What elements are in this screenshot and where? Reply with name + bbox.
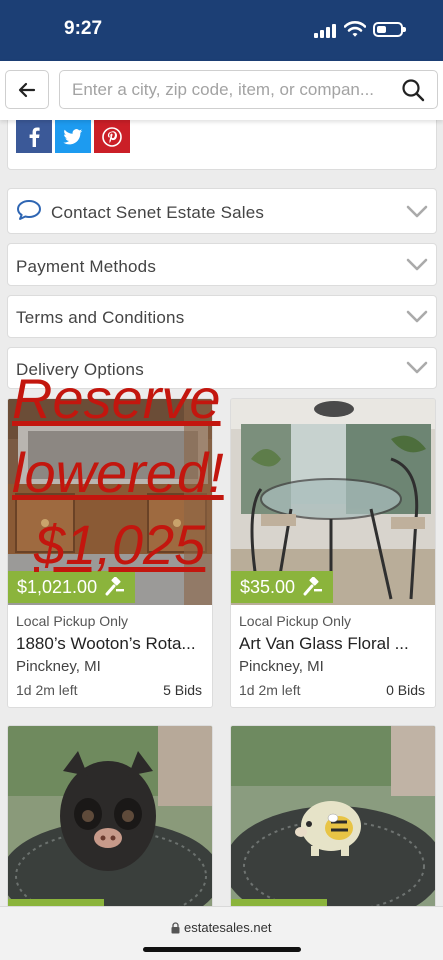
chevron-down-icon	[406, 205, 428, 218]
delivery-options-section[interactable]: Delivery Options	[7, 347, 437, 389]
payment-methods-label: Payment Methods	[16, 257, 157, 276]
chat-bubble-icon	[17, 200, 41, 220]
current-price: $1,021.00	[17, 576, 98, 597]
time-left: 1d 2m left	[239, 682, 301, 698]
wifi-icon	[344, 21, 366, 37]
gavel-icon	[303, 577, 323, 596]
status-time: 9:27	[64, 18, 103, 39]
item-card[interactable]: $35.00 Local Pickup Only Art Van Glass F…	[230, 398, 436, 708]
contact-section-label: Contact Senet Estate Sales	[51, 203, 265, 222]
pinterest-share-button[interactable]	[94, 120, 130, 153]
price-badge: $1,021.00	[8, 571, 136, 603]
cellular-signal-icon	[314, 24, 336, 38]
terms-section[interactable]: Terms and Conditions	[7, 295, 437, 338]
search-icon[interactable]	[401, 78, 425, 102]
item-card[interactable]: $1,021.00 Local Pickup Only 1880’s Wooto…	[7, 398, 213, 708]
back-arrow-icon	[18, 82, 36, 97]
search-header	[0, 61, 443, 120]
current-price: $35.00	[240, 576, 296, 597]
search-input[interactable]	[72, 71, 390, 108]
search-box	[59, 70, 438, 109]
home-indicator	[143, 947, 301, 952]
facebook-icon	[29, 127, 40, 147]
item-photo[interactable]	[8, 726, 212, 924]
url-text[interactable]: estatesales.net	[184, 920, 271, 935]
pinterest-icon	[102, 126, 122, 147]
pickup-label: Local Pickup Only	[239, 613, 352, 629]
pickup-label: Local Pickup Only	[16, 613, 129, 629]
battery-icon	[373, 22, 406, 37]
item-photo[interactable]	[231, 726, 435, 924]
lock-icon	[171, 922, 180, 934]
chevron-down-icon	[406, 310, 428, 323]
gavel-icon	[105, 577, 125, 596]
item-location: Pinckney, MI	[16, 658, 101, 675]
facebook-share-button[interactable]	[16, 120, 52, 153]
status-bar: 9:27	[0, 0, 443, 61]
delivery-options-label: Delivery Options	[16, 360, 144, 379]
item-location: Pinckney, MI	[239, 658, 324, 675]
browser-url-bar[interactable]: estatesales.net	[0, 906, 443, 960]
item-card[interactable]	[7, 725, 213, 925]
price-badge: $35.00	[231, 571, 334, 603]
item-title[interactable]: 1880’s Wooton’s Rota...	[16, 634, 210, 654]
payment-methods-section[interactable]: Payment Methods	[7, 243, 437, 286]
chevron-down-icon	[406, 258, 428, 271]
bid-count: 0 Bids	[386, 682, 425, 698]
bid-count: 5 Bids	[163, 682, 202, 698]
item-card[interactable]	[230, 725, 436, 925]
chevron-down-icon	[406, 361, 428, 374]
twitter-share-button[interactable]	[55, 120, 91, 153]
contact-section[interactable]: Contact Senet Estate Sales	[7, 188, 437, 234]
item-title[interactable]: Art Van Glass Floral ...	[239, 634, 433, 654]
terms-label: Terms and Conditions	[16, 308, 185, 327]
twitter-icon	[63, 128, 83, 144]
back-button[interactable]	[5, 70, 49, 109]
time-left: 1d 2m left	[16, 682, 78, 698]
